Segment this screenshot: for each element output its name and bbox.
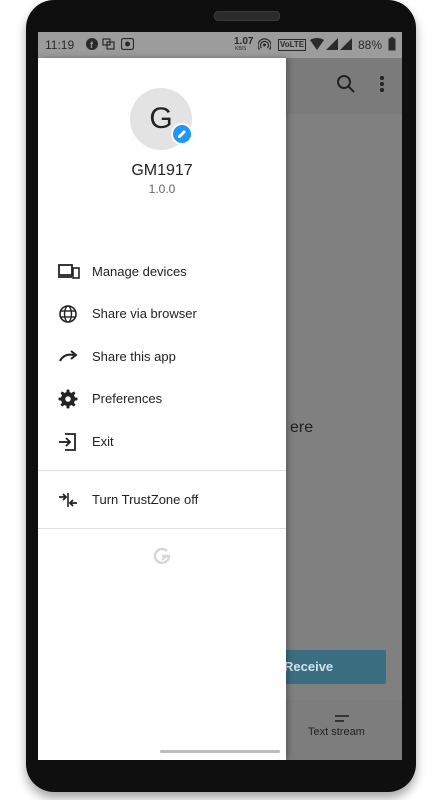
- devices-icon: [58, 262, 80, 282]
- menu-item-exit[interactable]: Exit: [38, 422, 286, 462]
- menu-label-share-via-browser: Share via browser: [92, 306, 197, 321]
- text-stream-label[interactable]: Text stream: [308, 726, 365, 738]
- globe-icon: [58, 304, 78, 324]
- menu-item-trustzone[interactable]: Turn TrustZone off: [38, 480, 286, 520]
- share-arrow-icon: [58, 347, 78, 367]
- screen-mirror-icon: [102, 38, 116, 53]
- menu-item-manage-devices[interactable]: Manage devices: [38, 252, 286, 292]
- gesture-nav-bar[interactable]: [160, 750, 280, 753]
- app-notification-icon: [120, 37, 135, 53]
- signal-icon-2: [340, 38, 352, 53]
- menu-label-trustzone: Turn TrustZone off: [92, 492, 199, 507]
- drawer-divider: [38, 528, 286, 529]
- search-icon[interactable]: [334, 74, 358, 98]
- battery-icon: [388, 37, 396, 54]
- menu-label-share-this-app: Share this app: [92, 349, 176, 364]
- gear-icon: [58, 389, 78, 409]
- wifi-icon: [310, 38, 324, 53]
- text-stream-icon[interactable]: [335, 710, 349, 722]
- hotspot-icon: [257, 38, 272, 54]
- exit-icon: [58, 432, 78, 452]
- background-empty-text: ere: [290, 419, 314, 436]
- signal-icon-1: [326, 38, 338, 53]
- status-time: 11:19: [45, 38, 75, 52]
- menu-label-exit: Exit: [92, 434, 114, 449]
- net-speed-unit: KB/S: [235, 46, 247, 52]
- battery-percent: 88%: [358, 38, 383, 52]
- earpiece-speaker: [214, 11, 280, 21]
- menu-item-preferences[interactable]: Preferences: [38, 379, 286, 419]
- menu-label-manage-devices: Manage devices: [92, 264, 187, 279]
- navigation-drawer: G GM1917 1.0.0 Manage devices Share via …: [38, 58, 286, 760]
- drawer-divider: [38, 470, 286, 471]
- edit-icon[interactable]: [171, 123, 193, 145]
- receive-button[interactable]: Receive: [270, 650, 386, 684]
- app-logo-icon: [153, 547, 171, 565]
- menu-item-share-via-browser[interactable]: Share via browser: [38, 294, 286, 334]
- menu-label-preferences: Preferences: [92, 391, 163, 406]
- compress-arrows-icon: [58, 490, 78, 510]
- more-vert-icon[interactable]: [370, 74, 394, 98]
- volte-badge: VoLTE: [278, 39, 307, 51]
- menu-item-share-this-app[interactable]: Share this app: [38, 337, 286, 377]
- device-name: GM1917: [131, 162, 193, 179]
- app-version: 1.0.0: [148, 182, 176, 196]
- screen: 11:19 f 1.07 KB/S VoLTE 88% ere Receive …: [38, 32, 402, 760]
- facebook-icon: f: [86, 38, 98, 53]
- status-bar: 11:19 f 1.07 KB/S VoLTE 88%: [38, 32, 402, 58]
- avatar-letter: G: [149, 102, 173, 135]
